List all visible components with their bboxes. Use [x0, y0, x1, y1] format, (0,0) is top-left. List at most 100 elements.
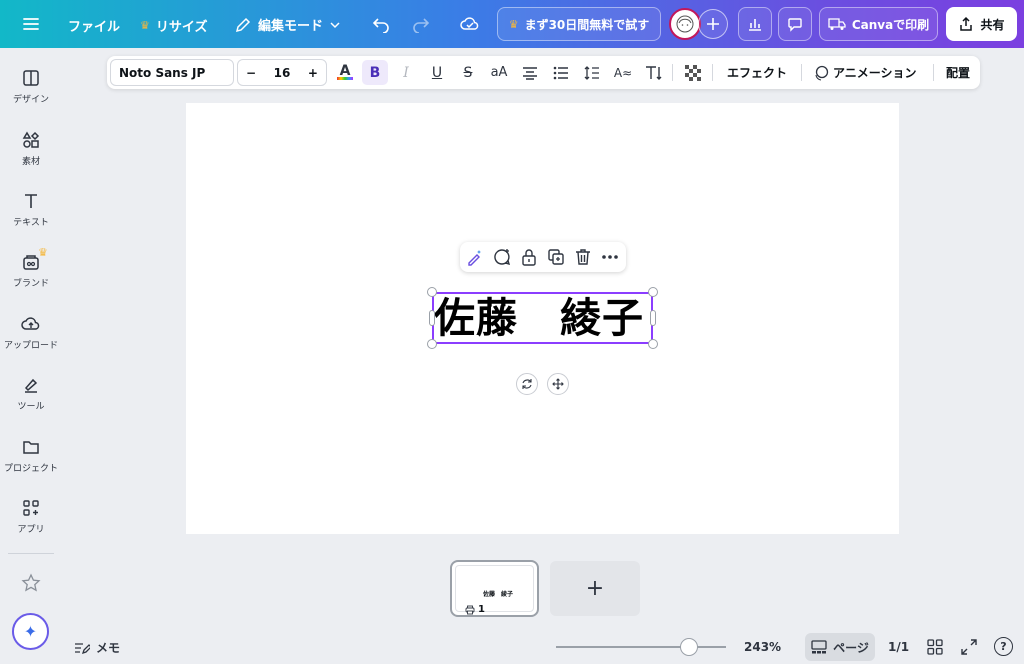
menu-button[interactable] — [22, 15, 40, 33]
resize-handle-bottom-right[interactable] — [648, 339, 658, 349]
align-button[interactable] — [517, 60, 543, 85]
magic-pen-icon — [468, 250, 481, 266]
resize-handle-bottom-left[interactable] — [427, 339, 437, 349]
text-color-button[interactable]: A — [332, 60, 358, 85]
edit-mode-label: 編集モード — [258, 19, 324, 34]
zoom-slider[interactable] — [556, 638, 726, 656]
pages-view-button[interactable]: ページ — [805, 633, 875, 661]
design-icon — [23, 70, 39, 86]
thumbnail-preview: 佐藤 綾子 1 — [455, 565, 534, 615]
sidebar-item-brand[interactable]: ブランド — [0, 252, 62, 289]
page-thumbnail-1[interactable]: 佐藤 綾子 1 — [450, 560, 539, 617]
help-button[interactable]: ? — [994, 637, 1013, 656]
undo-icon — [372, 18, 389, 33]
notes-icon — [75, 642, 90, 654]
free-trial-button[interactable]: ♛ まず30日間無料で試す — [497, 7, 661, 41]
sidebar-item-text[interactable]: テキスト — [0, 191, 62, 228]
sidebar-item-label: ブランド — [12, 279, 49, 289]
share-button[interactable]: 共有 — [946, 7, 1017, 41]
starred-button[interactable] — [21, 573, 41, 597]
position-button[interactable]: 配置 — [946, 64, 970, 81]
vertical-text-button[interactable] — [641, 60, 667, 85]
cloud-save-status[interactable] — [460, 15, 480, 33]
invite-button[interactable] — [698, 9, 728, 39]
crown-icon: ♛ — [508, 17, 519, 31]
underline-icon: U — [431, 64, 443, 81]
sidebar-item-tools[interactable]: ツール — [0, 375, 62, 412]
print-button[interactable]: Canvaで印刷 — [819, 7, 938, 41]
sparkle-icon: ✦ — [23, 622, 38, 641]
list-button[interactable] — [548, 60, 574, 85]
toolbar-divider — [933, 64, 934, 81]
print-label: Canvaで印刷 — [851, 17, 930, 32]
resize-handle-top-left[interactable] — [427, 287, 437, 297]
sidebar-item-label: デザイン — [12, 95, 49, 105]
comments-button[interactable] — [778, 7, 812, 41]
animation-button[interactable]: アニメーション — [813, 64, 917, 81]
top-bar: ファイル ♛ リサイズ 編集モード ♛ まず30日間無料で試す Canvaで印刷… — [0, 0, 1024, 48]
resize-handle-top-right[interactable] — [648, 287, 658, 297]
plus-icon — [707, 18, 719, 30]
resize-handle-left[interactable] — [429, 310, 435, 326]
font-size-decrease-button[interactable]: − — [246, 66, 256, 80]
font-family-select[interactable]: Noto Sans JP — [110, 59, 234, 86]
bullet-list-icon — [553, 66, 568, 79]
rotate-icon — [522, 379, 532, 389]
italic-button[interactable]: I — [393, 60, 419, 85]
elements-icon — [22, 131, 40, 148]
text-effects-style-button[interactable]: A≈ — [610, 60, 636, 85]
insights-button[interactable] — [738, 7, 772, 41]
zoom-slider-knob[interactable] — [679, 638, 698, 656]
zoom-level[interactable]: 243% — [744, 640, 781, 654]
sidebar-item-apps[interactable]: アプリ — [0, 498, 62, 535]
fullscreen-button[interactable] — [961, 639, 977, 655]
sidebar-item-design[interactable]: デザイン — [0, 68, 62, 105]
transparency-button[interactable] — [680, 60, 706, 85]
bold-button[interactable]: B — [362, 60, 388, 85]
resize-handle-right[interactable] — [650, 310, 656, 326]
delete-button[interactable] — [573, 247, 593, 267]
magic-assistant-button[interactable]: ✦ — [12, 613, 49, 650]
print-icon — [465, 605, 475, 614]
undo-button[interactable] — [372, 15, 390, 33]
add-comment-button[interactable] — [492, 247, 512, 267]
avatar[interactable] — [669, 8, 701, 40]
transparency-icon — [685, 64, 701, 81]
sidebar-item-upload[interactable]: アップロード — [0, 314, 62, 351]
resize-button[interactable]: ♛ リサイズ — [140, 16, 208, 35]
add-page-button[interactable]: + — [550, 561, 640, 616]
more-options-button[interactable] — [600, 247, 620, 267]
comment-plus-icon — [494, 249, 511, 266]
letter-case-button[interactable]: aA — [486, 60, 512, 85]
sidebar-item-label: ツール — [17, 402, 45, 412]
text-format-toolbar: Noto Sans JP − 16 + A B I U S aA A≈ エフェク… — [107, 56, 980, 89]
bar-chart-icon — [749, 19, 761, 31]
strikethrough-icon: S — [463, 64, 473, 81]
animation-icon — [815, 65, 829, 81]
font-size-value[interactable]: 16 — [274, 66, 291, 80]
grid-view-button[interactable] — [927, 639, 943, 655]
sidebar-item-projects[interactable]: プロジェクト — [0, 437, 62, 474]
file-label: ファイル — [68, 20, 121, 35]
pages-label: ページ — [833, 640, 869, 655]
underline-button[interactable]: U — [424, 60, 450, 85]
star-icon — [21, 573, 41, 592]
duplicate-button[interactable] — [546, 247, 566, 267]
move-handle[interactable] — [547, 373, 569, 395]
edit-mode-button[interactable]: 編集モード — [234, 15, 341, 34]
lock-button[interactable] — [519, 247, 539, 267]
sidebar-item-elements[interactable]: 素材 — [0, 130, 62, 167]
crown-icon: ♛ — [140, 19, 150, 32]
share-upload-icon — [960, 16, 973, 31]
file-menu[interactable]: ファイル — [68, 16, 120, 35]
rotate-handle[interactable] — [516, 373, 538, 395]
trash-icon — [576, 249, 590, 265]
notes-button[interactable]: メモ — [74, 639, 120, 656]
effects-button[interactable]: エフェクト — [727, 64, 787, 81]
redo-button[interactable] — [412, 15, 430, 33]
font-size-increase-button[interactable]: + — [308, 66, 318, 80]
strikethrough-button[interactable]: S — [455, 60, 481, 85]
spacing-button[interactable] — [579, 60, 605, 85]
magic-write-button[interactable] — [465, 247, 485, 267]
help-icon: ? — [1000, 640, 1007, 653]
